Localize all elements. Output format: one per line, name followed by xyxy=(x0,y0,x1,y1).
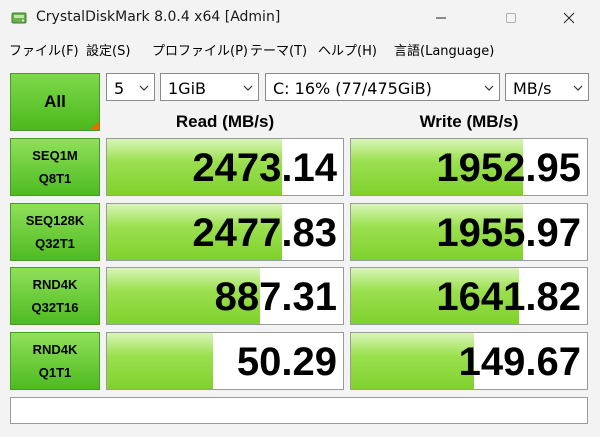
read-column-header: Read (MB/s) xyxy=(175,112,275,131)
read-score-bar xyxy=(107,333,214,389)
drive-select[interactable]: C: 16% (77/475GiB) xyxy=(265,73,500,101)
all-button[interactable]: All xyxy=(10,73,100,131)
write-column-header: Write (MB/s) xyxy=(419,112,519,131)
unit-value: MB/s xyxy=(513,79,552,98)
menu-help[interactable]: ヘルプ(H) xyxy=(318,40,377,59)
write-score: 1955.97 xyxy=(436,211,581,255)
read-score: 2473.14 xyxy=(192,146,337,190)
write-score: 1641.82 xyxy=(436,275,581,319)
corner-marker xyxy=(90,121,99,130)
read-result-cell: 887.31 xyxy=(106,267,344,325)
test-name: SEQ128K xyxy=(25,213,85,228)
test-button-rnd4k-q1t1[interactable]: RND4K Q1T1 xyxy=(10,332,100,390)
menu-profile[interactable]: プロファイル(P) xyxy=(152,40,248,59)
test-name: SEQ1M xyxy=(32,148,78,163)
disk-icon xyxy=(11,12,27,24)
test-button-rnd4k-q32t16[interactable]: RND4K Q32T16 xyxy=(10,267,100,325)
close-icon xyxy=(563,12,575,24)
comment-input[interactable] xyxy=(10,397,588,424)
chevron-down-icon xyxy=(573,85,583,91)
test-button-seq1m-q8t1[interactable]: SEQ1M Q8T1 xyxy=(10,138,100,196)
chevron-down-icon xyxy=(243,85,253,91)
read-score: 2477.83 xyxy=(192,211,337,255)
test-count-value: 5 xyxy=(114,79,125,98)
read-result-cell: 2477.83 xyxy=(106,203,344,261)
unit-select[interactable]: MB/s xyxy=(505,73,589,101)
maximize-button[interactable] xyxy=(488,0,534,36)
test-params: Q32T1 xyxy=(35,236,75,251)
read-result-cell: 50.29 xyxy=(106,332,344,390)
menu-file[interactable]: ファイル(F) xyxy=(9,40,79,59)
read-result-cell: 2473.14 xyxy=(106,138,344,196)
test-params: Q8T1 xyxy=(38,171,72,186)
minimize-button[interactable] xyxy=(418,0,464,36)
chevron-down-icon xyxy=(484,85,494,91)
menu-language[interactable]: 言語(Language) xyxy=(394,40,494,59)
test-params: Q32T16 xyxy=(31,300,79,315)
write-result-cell: 149.67 xyxy=(350,332,588,390)
test-name: RND4K xyxy=(32,277,78,292)
minimize-icon xyxy=(436,17,446,19)
test-size-value: 1GiB xyxy=(168,79,206,98)
test-button-seq128k-q32t1[interactable]: SEQ128K Q32T1 xyxy=(10,203,100,261)
test-params: Q1T1 xyxy=(38,365,72,380)
window-title: CrystalDiskMark 8.0.4 x64 [Admin] xyxy=(36,9,281,25)
close-button[interactable] xyxy=(546,0,592,36)
menu-theme[interactable]: テーマ(T) xyxy=(250,40,307,59)
all-button-label: All xyxy=(44,92,66,111)
test-size-select[interactable]: 1GiB xyxy=(160,73,259,101)
test-count-select[interactable]: 5 xyxy=(106,73,155,101)
menu-bar: ファイル(F) 設定(S) プロファイル(P) テーマ(T) ヘルプ(H) 言語… xyxy=(0,38,600,60)
write-score: 149.67 xyxy=(458,340,581,384)
write-result-cell: 1952.95 xyxy=(350,138,588,196)
drive-value: C: 16% (77/475GiB) xyxy=(273,79,432,98)
write-score-bar xyxy=(351,333,474,389)
test-name: RND4K xyxy=(32,342,78,357)
menu-settings[interactable]: 設定(S) xyxy=(86,40,130,59)
read-score: 50.29 xyxy=(236,340,337,384)
write-result-cell: 1955.97 xyxy=(350,203,588,261)
maximize-icon xyxy=(506,13,516,23)
chevron-down-icon xyxy=(139,85,149,91)
read-score: 887.31 xyxy=(214,275,337,319)
title-bar: CrystalDiskMark 8.0.4 x64 [Admin] xyxy=(0,0,600,36)
write-result-cell: 1641.82 xyxy=(350,267,588,325)
write-score: 1952.95 xyxy=(436,146,581,190)
